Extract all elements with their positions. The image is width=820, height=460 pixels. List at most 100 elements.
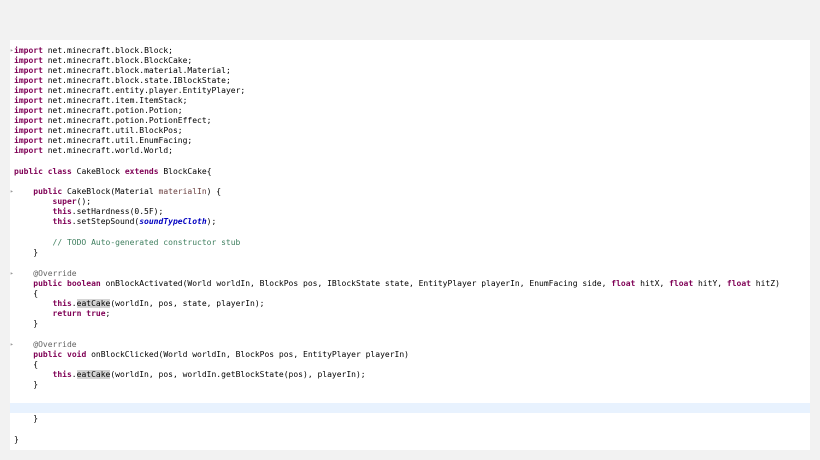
code-text: hitX, bbox=[635, 279, 670, 288]
code-line: } bbox=[10, 319, 810, 329]
keyword-boolean: boolean bbox=[67, 279, 101, 288]
keyword-import: import bbox=[14, 96, 43, 105]
code-text: (worldIn, pos, worldIn.getBlockState(pos… bbox=[110, 370, 366, 379]
code-line: this.setStepSound(soundTypeCloth); bbox=[10, 217, 810, 227]
override-annotation: @Override bbox=[33, 269, 77, 278]
method-call-eatcake[interactable]: eatCake bbox=[76, 299, 111, 308]
keyword-this: this bbox=[52, 370, 72, 379]
code-text: .setStepSound( bbox=[71, 217, 140, 226]
code-text: (worldIn, pos, state, playerIn); bbox=[110, 299, 265, 308]
code-line: import net.minecraft.block.material.Mate… bbox=[10, 66, 810, 76]
keyword-import: import bbox=[14, 66, 43, 75]
code-text: ; bbox=[105, 309, 111, 318]
keyword-import: import bbox=[14, 126, 43, 135]
code-line: } bbox=[10, 414, 810, 424]
import-path: net.minecraft.block.material.Material; bbox=[47, 66, 231, 75]
code-line: this.eatCake(worldIn, pos, state, player… bbox=[10, 299, 810, 309]
code-line: ▸ public CakeBlock(Material materialIn) … bbox=[10, 187, 810, 197]
keyword-class: class bbox=[47, 167, 72, 176]
method-call-eatcake[interactable]: eatCake bbox=[76, 370, 111, 379]
code-text: hitY, bbox=[693, 279, 727, 288]
code-text: ); bbox=[206, 217, 217, 226]
code-line: public class CakeBlock extends BlockCake… bbox=[10, 167, 810, 177]
code-line: } bbox=[10, 248, 810, 258]
code-line: public void onBlockClicked(World worldIn… bbox=[10, 350, 810, 360]
code-text: ) { bbox=[206, 187, 222, 196]
code-line: { bbox=[10, 360, 810, 370]
import-path: net.minecraft.block.state.IBlockState; bbox=[47, 76, 231, 85]
parameter-name: materialIn bbox=[158, 187, 207, 196]
keyword-import: import bbox=[14, 136, 43, 145]
keyword-float: float bbox=[726, 279, 751, 288]
keyword-import: import bbox=[14, 46, 43, 55]
keyword-import: import bbox=[14, 106, 43, 115]
keyword-this: this bbox=[52, 207, 72, 216]
closing-brace: } bbox=[33, 319, 39, 328]
code-text: hitZ) bbox=[750, 279, 780, 288]
keyword-extends: extends bbox=[124, 167, 159, 176]
code-line: import net.minecraft.item.ItemStack; bbox=[10, 96, 810, 106]
code-text: . bbox=[71, 299, 77, 308]
import-path: net.minecraft.block.BlockCake; bbox=[47, 56, 193, 65]
code-text: (); bbox=[76, 197, 92, 206]
code-line: ▸ import net.minecraft.block.Block; bbox=[10, 46, 810, 56]
code-line: import net.minecraft.block.BlockCake; bbox=[10, 56, 810, 66]
code-line: ▸ @Override bbox=[10, 269, 810, 279]
code-line: public boolean onBlockActivated(World wo… bbox=[10, 279, 810, 289]
closing-brace: } bbox=[14, 435, 19, 444]
import-path: net.minecraft.item.ItemStack; bbox=[47, 96, 188, 105]
code-text: . bbox=[71, 370, 77, 379]
code-line: import net.minecraft.entity.player.Entit… bbox=[10, 86, 810, 96]
todo-comment: // TODO Auto-generated constructor stub bbox=[52, 238, 241, 247]
opening-brace: { bbox=[33, 289, 39, 298]
code-line: import net.minecraft.util.BlockPos; bbox=[10, 126, 810, 136]
keyword-import: import bbox=[14, 146, 43, 155]
code-line: import net.minecraft.potion.PotionEffect… bbox=[10, 116, 810, 126]
import-path: net.minecraft.util.BlockPos; bbox=[47, 126, 183, 135]
class-name: CakeBlock bbox=[71, 167, 125, 176]
code-line: } bbox=[10, 380, 810, 390]
keyword-float: float bbox=[611, 279, 636, 288]
keyword-float: float bbox=[669, 279, 694, 288]
parent-class: BlockCake{ bbox=[158, 167, 212, 176]
code-line: super(); bbox=[10, 197, 810, 207]
keyword-import: import bbox=[14, 86, 43, 95]
code-line: import net.minecraft.world.World; bbox=[10, 146, 810, 156]
code-line: import net.minecraft.util.EnumFacing; bbox=[10, 136, 810, 146]
keyword-import: import bbox=[14, 116, 43, 125]
keyword-import: import bbox=[14, 76, 43, 85]
code-line: this.eatCake(worldIn, pos, worldIn.getBl… bbox=[10, 370, 810, 380]
import-path: net.minecraft.world.World; bbox=[47, 146, 173, 155]
import-path: net.minecraft.potion.PotionEffect; bbox=[47, 116, 212, 125]
keyword-true: true bbox=[86, 309, 106, 318]
import-path: net.minecraft.util.EnumFacing; bbox=[47, 136, 193, 145]
closing-brace: } bbox=[33, 248, 39, 257]
method-signature: onBlockClicked(World worldIn, BlockPos p… bbox=[86, 350, 409, 359]
method-signature: onBlockActivated(World worldIn, BlockPos… bbox=[100, 279, 612, 288]
code-text: .setHardness(0.5F); bbox=[71, 207, 164, 216]
keyword-return: return bbox=[52, 309, 82, 318]
code-editor[interactable]: ▸ import net.minecraft.block.Block; impor… bbox=[10, 40, 810, 450]
keyword-this: this bbox=[52, 299, 72, 308]
code-line: ▸ @Override bbox=[10, 340, 810, 350]
code-line: // TODO Auto-generated constructor stub bbox=[10, 238, 810, 248]
code-line: this.setHardness(0.5F); bbox=[10, 207, 810, 217]
static-field: soundTypeCloth bbox=[139, 217, 207, 226]
code-line: import net.minecraft.block.state.IBlockS… bbox=[10, 76, 810, 86]
import-path: net.minecraft.entity.player.EntityPlayer… bbox=[47, 86, 246, 95]
keyword-public: public bbox=[33, 350, 63, 359]
override-annotation: @Override bbox=[33, 340, 77, 349]
keyword-this: this bbox=[52, 217, 72, 226]
keyword-void: void bbox=[67, 350, 87, 359]
closing-brace: } bbox=[33, 414, 39, 423]
constructor-signature: CakeBlock(Material bbox=[62, 187, 159, 196]
code-line: import net.minecraft.potion.Potion; bbox=[10, 106, 810, 116]
keyword-public: public bbox=[33, 279, 63, 288]
opening-brace: { bbox=[33, 360, 39, 369]
code-line: { bbox=[10, 289, 810, 299]
current-line-highlight[interactable] bbox=[10, 403, 810, 413]
import-path: net.minecraft.potion.Potion; bbox=[47, 106, 183, 115]
keyword-public: public bbox=[14, 167, 43, 176]
import-path: net.minecraft.block.Block; bbox=[47, 46, 173, 55]
closing-brace: } bbox=[33, 380, 39, 389]
